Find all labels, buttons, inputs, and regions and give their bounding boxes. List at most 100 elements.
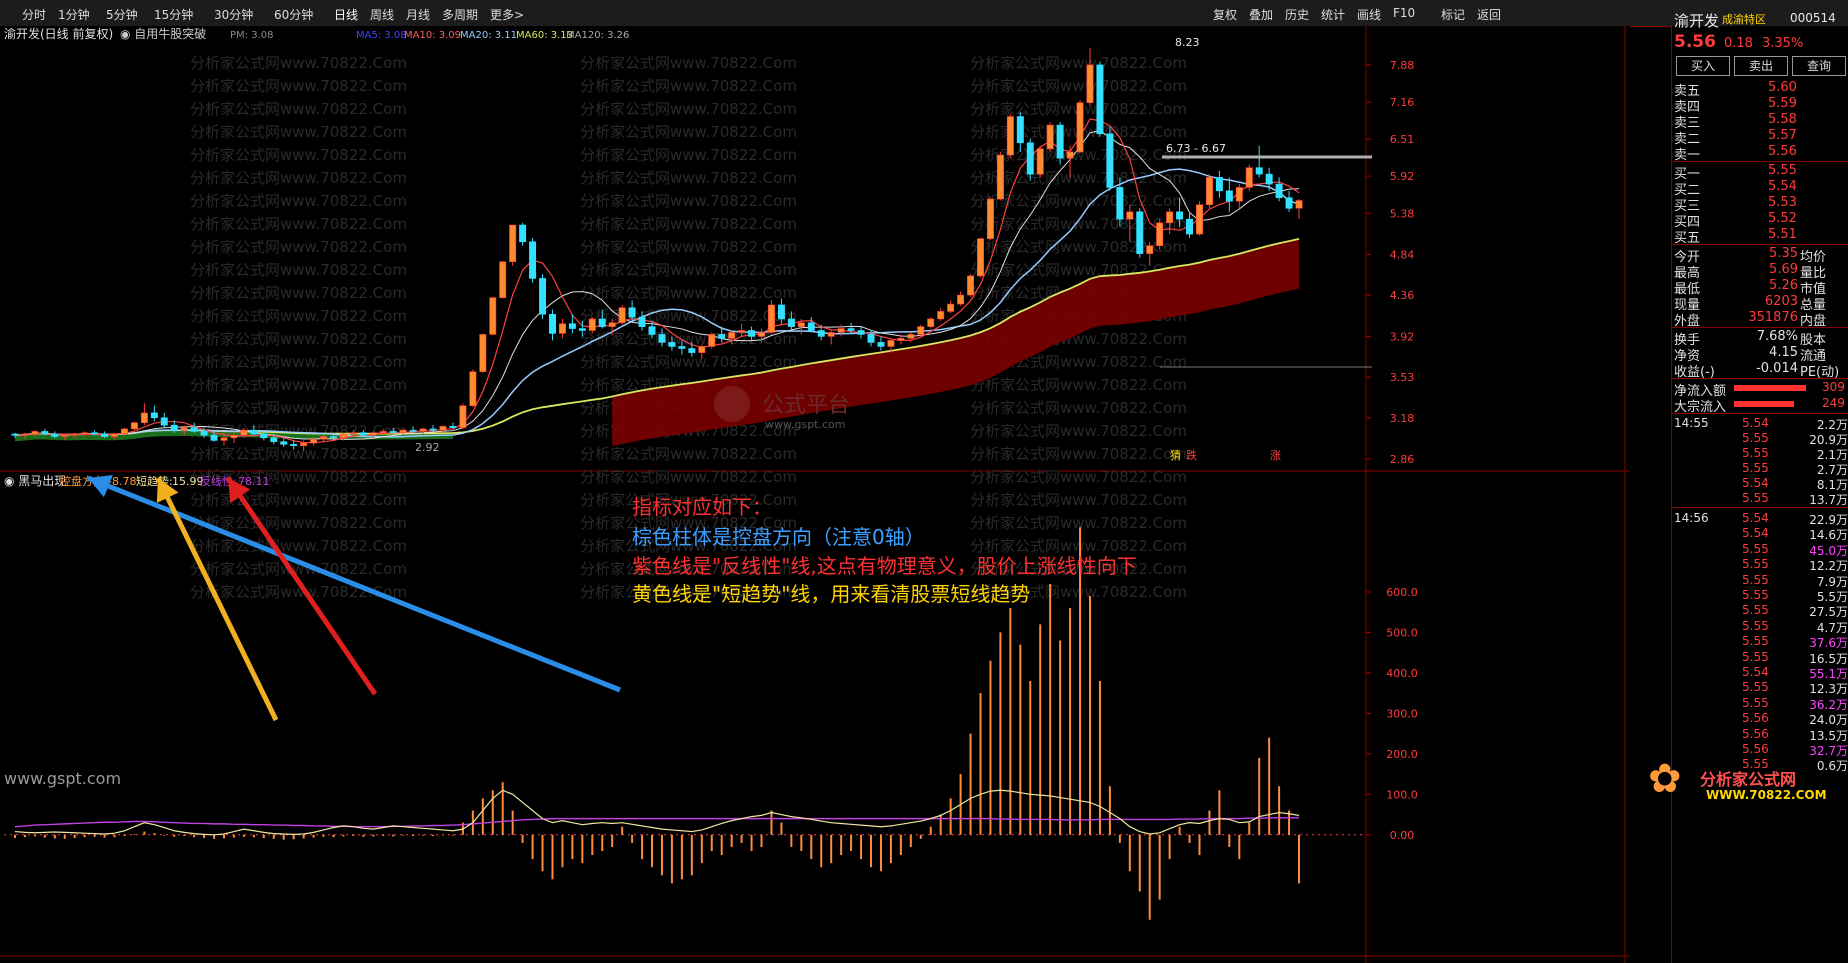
watermark-logo-text: 公式平台 [762,393,850,418]
tool-btn-0[interactable]: 复权 [1213,6,1237,23]
chart-svg[interactable]: 分析家公式网www.70822.Com 分析家公式网www.70822.Com 分析… [0,26,1630,963]
candle-body [280,441,288,445]
flow-bar-0 [1734,385,1806,391]
stat-value-1: 5.69 [1769,262,1798,277]
period-tab-0[interactable]: 分时 [22,6,46,23]
candle-body [907,334,915,339]
candle-body [608,322,616,327]
candle-body [140,412,148,423]
candle-body [61,434,69,437]
tick2-price-14: 5.56 [1742,726,1769,741]
trade-button-2[interactable]: 查询 [1792,56,1846,76]
candle-body [827,332,835,337]
tool-btn-4[interactable]: 画线 [1357,6,1381,23]
period-tab-4[interactable]: 30分钟 [214,6,253,23]
tool-btn-6[interactable]: 标记 [1441,6,1465,23]
candle-body [887,340,895,347]
candle-body [1066,151,1074,159]
period-tab-5[interactable]: 60分钟 [274,6,313,23]
marker-2: 跌 [1186,448,1197,462]
watermark-tile: 分析家公式网www.70822.Com [970,422,1187,440]
period-tab-7[interactable]: 周线 [370,6,394,23]
candle-body [598,318,606,327]
watermark-tile: 分析家公式网www.70822.Com [580,261,797,279]
indicator-name: ◉ 黑马出现 [4,474,66,488]
trade-button-0[interactable]: 买入 [1676,56,1730,76]
candle-body [359,432,367,436]
candle-body [1295,200,1303,209]
annotation-line-4: 黄色线是"短趋势"线，用来看清股票短线趋势 [632,582,1031,606]
candle-body [489,297,497,335]
tool-btn-3[interactable]: 统计 [1321,6,1345,23]
candle-body [648,326,656,335]
watermark-tile: 分析家公式网www.70822.Com [580,77,797,95]
quote-code: 000514 [1790,11,1836,25]
period-tab-1[interactable]: 1分钟 [58,6,90,23]
watermark-tile: 分析家公式网www.70822.Com [190,491,407,509]
period-tab-2[interactable]: 5分钟 [106,6,138,23]
candle-body [787,318,795,327]
watermark-tile: 分析家公式网www.70822.Com [580,238,797,256]
watermark-tile: 分析家公式网www.70822.Com [580,146,797,164]
tool-btn-1[interactable]: 叠加 [1249,6,1273,23]
watermark-tile: 分析家公式网www.70822.Com [190,169,407,187]
watermark-tile: 分析家公式网www.70822.Com [190,123,407,141]
candle-body [977,238,984,277]
period-tab-3[interactable]: 15分钟 [154,6,193,23]
candle-body [310,438,318,444]
tick2-price-3: 5.55 [1742,557,1769,572]
quote-panel: 渝开发 成渝特区 000514 5.56 0.18 3.35% 买入 卖出 查询 卖五 5.60 卖四… [1648,11,1848,963]
watermark-tile: 分析家公式网www.70822.Com [970,399,1187,417]
quote-pct: 3.35% [1762,36,1804,51]
candle-body [339,433,347,439]
candle-body [688,348,696,353]
watermark-tile: 分析家公式网www.70822.Com [970,514,1187,532]
candle-body [101,433,109,437]
candle-body [290,444,298,446]
candle-body [220,437,228,441]
candle-body [967,275,975,296]
tick2-price-12: 5.55 [1742,695,1769,710]
candle-body [658,334,666,343]
candle-body [927,318,935,327]
candle-body [877,342,885,347]
quote-price: 5.56 [1674,32,1716,52]
dqs-value: 15.99 [172,475,204,488]
tick2-price-9: 5.55 [1742,649,1769,664]
flow-value-1: 249 [1822,396,1845,410]
tick1-price-0: 5.54 [1742,416,1769,430]
candle-body [160,417,168,426]
tool-btn-5[interactable]: F10 [1393,6,1415,20]
range-label: 6.73 - 6.67 [1166,142,1226,155]
trade-button-1[interactable]: 卖出 [1734,56,1788,76]
candle-body [41,431,49,435]
bid-price-2: 5.53 [1768,195,1797,210]
watermark-tile: 分析家公式网www.70822.Com [970,445,1187,463]
stat-value-4: 351876 [1748,310,1798,325]
ask-price-1: 5.59 [1768,96,1797,111]
candle-body [1026,142,1034,175]
pm-label: PM: 3.08 [230,30,273,41]
tick-sep [1672,413,1848,414]
chart-area[interactable]: 分析家公式网www.70822.Com 分析家公式网www.70822.Com 分析… [0,26,1630,963]
period-tab-6[interactable]: 日线 [334,6,358,23]
candle-body [1255,167,1263,175]
period-tab-8[interactable]: 月线 [406,6,430,23]
candle-body [369,432,377,436]
candle-body [1176,211,1184,220]
ind-tick-label: 500.0 [1386,626,1418,639]
tool-btn-7[interactable]: 返回 [1477,6,1501,23]
candle-body [708,334,716,347]
tick2-price-13: 5.56 [1742,711,1769,726]
tick2-price-10: 5.54 [1742,665,1769,679]
candle-body [1056,124,1064,159]
bid-stats-sep [1672,244,1848,245]
candle-body [1076,102,1084,153]
tick2-price-8: 5.55 [1742,634,1769,649]
tool-btn-2[interactable]: 历史 [1285,6,1309,23]
period-tab-9[interactable]: 多周期 [442,6,478,23]
watermark-tile: 分析家公式网www.70822.Com [580,468,797,486]
watermark-tile: 分析家公式网www.70822.Com [580,284,797,302]
ma10-label: MA10: 3.09 [404,30,461,41]
period-tab-10[interactable]: 更多> [490,6,524,23]
